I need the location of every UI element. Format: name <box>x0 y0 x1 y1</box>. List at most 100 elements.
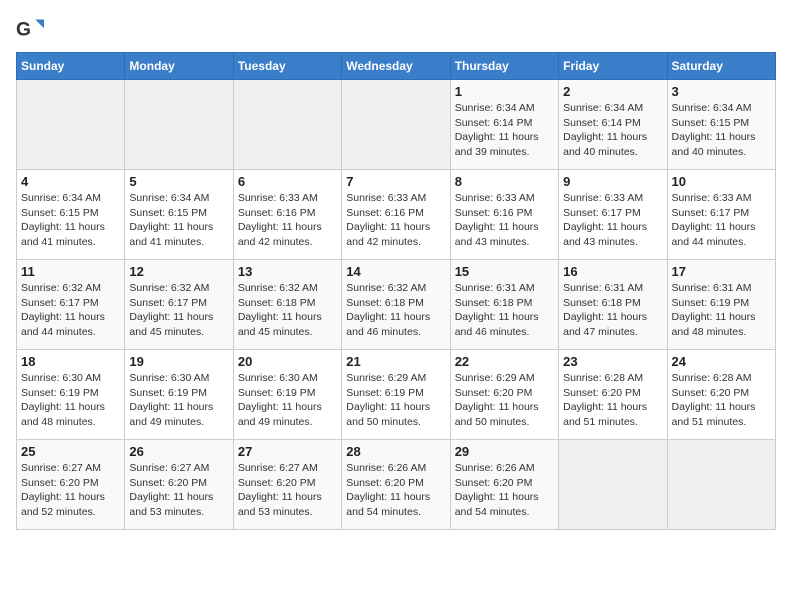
day-info: Sunrise: 6:34 AM Sunset: 6:14 PM Dayligh… <box>563 101 662 160</box>
day-info: Sunrise: 6:32 AM Sunset: 6:17 PM Dayligh… <box>129 281 228 340</box>
day-number: 9 <box>563 174 662 189</box>
day-info: Sunrise: 6:28 AM Sunset: 6:20 PM Dayligh… <box>563 371 662 430</box>
calendar-week-2: 4 Sunrise: 6:34 AM Sunset: 6:15 PM Daylig… <box>17 170 776 260</box>
day-number: 14 <box>346 264 445 279</box>
calendar-cell: 25 Sunrise: 6:27 AM Sunset: 6:20 PM Dayli… <box>17 440 125 530</box>
day-info: Sunrise: 6:28 AM Sunset: 6:20 PM Dayligh… <box>672 371 771 430</box>
calendar-week-4: 18 Sunrise: 6:30 AM Sunset: 6:19 PM Dayli… <box>17 350 776 440</box>
logo: G <box>16 16 48 44</box>
day-info: Sunrise: 6:32 AM Sunset: 6:18 PM Dayligh… <box>346 281 445 340</box>
day-info: Sunrise: 6:27 AM Sunset: 6:20 PM Dayligh… <box>129 461 228 520</box>
day-info: Sunrise: 6:34 AM Sunset: 6:15 PM Dayligh… <box>672 101 771 160</box>
day-number: 7 <box>346 174 445 189</box>
calendar-cell: 6 Sunrise: 6:33 AM Sunset: 6:16 PM Daylig… <box>233 170 341 260</box>
day-info: Sunrise: 6:34 AM Sunset: 6:15 PM Dayligh… <box>21 191 120 250</box>
calendar-cell: 22 Sunrise: 6:29 AM Sunset: 6:20 PM Dayli… <box>450 350 558 440</box>
day-number: 5 <box>129 174 228 189</box>
day-info: Sunrise: 6:33 AM Sunset: 6:16 PM Dayligh… <box>238 191 337 250</box>
weekday-header-thursday: Thursday <box>450 53 558 80</box>
weekday-header-friday: Friday <box>559 53 667 80</box>
day-number: 10 <box>672 174 771 189</box>
calendar-week-3: 11 Sunrise: 6:32 AM Sunset: 6:17 PM Dayli… <box>17 260 776 350</box>
weekday-header-saturday: Saturday <box>667 53 775 80</box>
day-number: 22 <box>455 354 554 369</box>
day-number: 4 <box>21 174 120 189</box>
calendar-cell: 24 Sunrise: 6:28 AM Sunset: 6:20 PM Dayli… <box>667 350 775 440</box>
day-info: Sunrise: 6:30 AM Sunset: 6:19 PM Dayligh… <box>21 371 120 430</box>
day-info: Sunrise: 6:29 AM Sunset: 6:20 PM Dayligh… <box>455 371 554 430</box>
calendar-cell: 27 Sunrise: 6:27 AM Sunset: 6:20 PM Dayli… <box>233 440 341 530</box>
calendar-week-5: 25 Sunrise: 6:27 AM Sunset: 6:20 PM Dayli… <box>17 440 776 530</box>
day-info: Sunrise: 6:26 AM Sunset: 6:20 PM Dayligh… <box>346 461 445 520</box>
day-number: 26 <box>129 444 228 459</box>
day-number: 2 <box>563 84 662 99</box>
day-info: Sunrise: 6:31 AM Sunset: 6:19 PM Dayligh… <box>672 281 771 340</box>
day-number: 25 <box>21 444 120 459</box>
day-info: Sunrise: 6:29 AM Sunset: 6:19 PM Dayligh… <box>346 371 445 430</box>
weekday-header-wednesday: Wednesday <box>342 53 450 80</box>
day-info: Sunrise: 6:31 AM Sunset: 6:18 PM Dayligh… <box>563 281 662 340</box>
calendar-cell <box>559 440 667 530</box>
calendar-cell: 26 Sunrise: 6:27 AM Sunset: 6:20 PM Dayli… <box>125 440 233 530</box>
day-info: Sunrise: 6:33 AM Sunset: 6:17 PM Dayligh… <box>672 191 771 250</box>
day-number: 28 <box>346 444 445 459</box>
calendar-cell: 1 Sunrise: 6:34 AM Sunset: 6:14 PM Daylig… <box>450 80 558 170</box>
calendar-cell: 16 Sunrise: 6:31 AM Sunset: 6:18 PM Dayli… <box>559 260 667 350</box>
day-info: Sunrise: 6:33 AM Sunset: 6:16 PM Dayligh… <box>346 191 445 250</box>
day-info: Sunrise: 6:34 AM Sunset: 6:15 PM Dayligh… <box>129 191 228 250</box>
day-info: Sunrise: 6:32 AM Sunset: 6:18 PM Dayligh… <box>238 281 337 340</box>
calendar-cell: 7 Sunrise: 6:33 AM Sunset: 6:16 PM Daylig… <box>342 170 450 260</box>
day-number: 16 <box>563 264 662 279</box>
calendar-cell: 17 Sunrise: 6:31 AM Sunset: 6:19 PM Dayli… <box>667 260 775 350</box>
day-number: 20 <box>238 354 337 369</box>
day-number: 11 <box>21 264 120 279</box>
calendar-cell: 15 Sunrise: 6:31 AM Sunset: 6:18 PM Dayli… <box>450 260 558 350</box>
calendar-cell: 2 Sunrise: 6:34 AM Sunset: 6:14 PM Daylig… <box>559 80 667 170</box>
day-info: Sunrise: 6:34 AM Sunset: 6:14 PM Dayligh… <box>455 101 554 160</box>
day-info: Sunrise: 6:31 AM Sunset: 6:18 PM Dayligh… <box>455 281 554 340</box>
calendar-cell: 10 Sunrise: 6:33 AM Sunset: 6:17 PM Dayli… <box>667 170 775 260</box>
day-number: 6 <box>238 174 337 189</box>
day-info: Sunrise: 6:27 AM Sunset: 6:20 PM Dayligh… <box>238 461 337 520</box>
day-number: 1 <box>455 84 554 99</box>
day-number: 21 <box>346 354 445 369</box>
calendar-cell: 28 Sunrise: 6:26 AM Sunset: 6:20 PM Dayli… <box>342 440 450 530</box>
calendar-header: SundayMondayTuesdayWednesdayThursdayFrid… <box>17 53 776 80</box>
calendar-cell: 11Sunrise: 6:32 AM Sunset: 6:17 PM Dayli… <box>17 260 125 350</box>
logo-icon: G <box>16 16 44 44</box>
day-info: Sunrise: 6:33 AM Sunset: 6:16 PM Dayligh… <box>455 191 554 250</box>
day-info: Sunrise: 6:33 AM Sunset: 6:17 PM Dayligh… <box>563 191 662 250</box>
svg-text:G: G <box>16 19 31 40</box>
calendar-cell: 12 Sunrise: 6:32 AM Sunset: 6:17 PM Dayli… <box>125 260 233 350</box>
day-number: 18 <box>21 354 120 369</box>
calendar-cell <box>667 440 775 530</box>
calendar-cell <box>233 80 341 170</box>
day-number: 12 <box>129 264 228 279</box>
day-number: 27 <box>238 444 337 459</box>
day-number: 13 <box>238 264 337 279</box>
day-number: 23 <box>563 354 662 369</box>
day-number: 17 <box>672 264 771 279</box>
calendar-week-1: 1 Sunrise: 6:34 AM Sunset: 6:14 PM Daylig… <box>17 80 776 170</box>
header: G <box>16 16 776 44</box>
calendar-cell: 9 Sunrise: 6:33 AM Sunset: 6:17 PM Daylig… <box>559 170 667 260</box>
calendar-cell: 14 Sunrise: 6:32 AM Sunset: 6:18 PM Dayli… <box>342 260 450 350</box>
calendar-cell: 19Sunrise: 6:30 AM Sunset: 6:19 PM Dayli… <box>125 350 233 440</box>
day-number: 15 <box>455 264 554 279</box>
calendar-cell: 3 Sunrise: 6:34 AM Sunset: 6:15 PM Daylig… <box>667 80 775 170</box>
calendar-cell: 20Sunrise: 6:30 AM Sunset: 6:19 PM Dayli… <box>233 350 341 440</box>
calendar-cell: 18 Sunrise: 6:30 AM Sunset: 6:19 PM Dayli… <box>17 350 125 440</box>
calendar-cell: 13 Sunrise: 6:32 AM Sunset: 6:18 PM Dayli… <box>233 260 341 350</box>
day-number: 3 <box>672 84 771 99</box>
calendar-cell: 5 Sunrise: 6:34 AM Sunset: 6:15 PM Daylig… <box>125 170 233 260</box>
day-number: 24 <box>672 354 771 369</box>
day-info: Sunrise: 6:27 AM Sunset: 6:20 PM Dayligh… <box>21 461 120 520</box>
calendar-cell: 21 Sunrise: 6:29 AM Sunset: 6:19 PM Dayli… <box>342 350 450 440</box>
calendar-cell: 8 Sunrise: 6:33 AM Sunset: 6:16 PM Daylig… <box>450 170 558 260</box>
calendar-cell: 29Sunrise: 6:26 AM Sunset: 6:20 PM Dayli… <box>450 440 558 530</box>
day-number: 8 <box>455 174 554 189</box>
weekday-header-tuesday: Tuesday <box>233 53 341 80</box>
day-number: 29 <box>455 444 554 459</box>
calendar-cell <box>17 80 125 170</box>
day-info: Sunrise: 6:30 AM Sunset: 6:19 PM Dayligh… <box>129 371 228 430</box>
